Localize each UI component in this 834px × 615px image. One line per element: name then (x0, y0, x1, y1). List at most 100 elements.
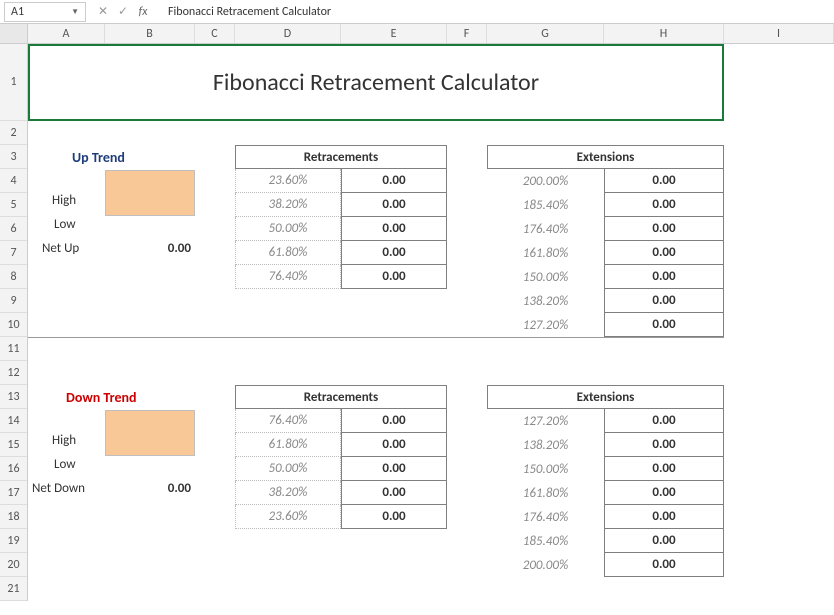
down-ext-pct: 200.00% (487, 553, 604, 577)
down-ext-pct: 185.40% (487, 529, 604, 553)
down-ext-row: 185.40% 0.00 (487, 529, 724, 553)
chevron-down-icon[interactable]: ▼ (71, 7, 79, 17)
row-header[interactable]: 7 (0, 241, 27, 265)
input-high-low-down[interactable] (105, 410, 195, 456)
col-header[interactable]: G (487, 24, 604, 43)
up-ext-pct: 161.80% (487, 241, 604, 265)
row-header[interactable]: 5 (0, 193, 27, 217)
col-header[interactable]: D (235, 24, 341, 43)
up-retr-row: 23.60% 0.00 (235, 169, 447, 193)
down-ext-row: 127.20% 0.00 (487, 409, 724, 433)
row-header[interactable]: 14 (0, 409, 27, 433)
label-high-down: High (52, 433, 76, 448)
down-retr-pct: 38.20% (235, 481, 341, 505)
down-ext-pct: 176.40% (487, 505, 604, 529)
row-header[interactable]: 2 (0, 121, 27, 145)
col-header[interactable]: C (195, 24, 235, 43)
extensions-header-down: Extensions (487, 385, 724, 409)
up-ext-row: 185.40% 0.00 (487, 193, 724, 217)
up-retr-row: 50.00% 0.00 (235, 217, 447, 241)
down-ext-val: 0.00 (604, 409, 724, 433)
down-retr-val: 0.00 (341, 409, 447, 433)
row-header[interactable]: 18 (0, 505, 27, 529)
up-retr-pct: 23.60% (235, 169, 341, 193)
input-high-low-up[interactable] (105, 170, 195, 216)
row-header[interactable]: 13 (0, 385, 27, 409)
col-header[interactable]: I (724, 24, 834, 43)
up-retr-row: 76.40% 0.00 (235, 265, 447, 289)
up-retr-val: 0.00 (341, 241, 447, 265)
up-retr-val: 0.00 (341, 193, 447, 217)
up-retr-pct: 38.20% (235, 193, 341, 217)
down-retr-pct: 76.40% (235, 409, 341, 433)
row-header[interactable]: 8 (0, 265, 27, 289)
fx-icon[interactable]: fx (134, 3, 152, 21)
down-ext-row: 200.00% 0.00 (487, 553, 724, 577)
row-header[interactable]: 17 (0, 481, 27, 505)
down-retr-pct: 50.00% (235, 457, 341, 481)
row-header[interactable]: 20 (0, 553, 27, 577)
cancel-icon[interactable]: ✕ (94, 3, 112, 21)
col-header[interactable]: E (341, 24, 447, 43)
down-ext-val: 0.00 (604, 529, 724, 553)
col-header[interactable]: H (604, 24, 724, 43)
row-header[interactable]: 4 (0, 169, 27, 193)
up-ext-val: 0.00 (604, 193, 724, 217)
row-header[interactable]: 9 (0, 289, 27, 313)
label-netup: Net Up (42, 241, 79, 256)
section-divider (28, 337, 724, 338)
name-box-value: A1 (11, 5, 24, 19)
down-trend-title: Down Trend (66, 389, 137, 406)
down-ext-row: 176.40% 0.00 (487, 505, 724, 529)
up-ext-row: 161.80% 0.00 (487, 241, 724, 265)
label-low-up: Low (54, 217, 76, 232)
cells-area[interactable]: Fibonacci Retracement Calculator Up Tren… (28, 44, 834, 601)
row-header[interactable]: 1 (0, 44, 27, 121)
col-header[interactable]: F (447, 24, 487, 43)
row-header[interactable]: 6 (0, 217, 27, 241)
up-ext-row: 138.20% 0.00 (487, 289, 724, 313)
formula-bar: A1 ▼ ✕ ✓ fx Fibonacci Retracement Calcul… (0, 0, 834, 24)
down-retr-val: 0.00 (341, 505, 447, 529)
netup-value: 0.00 (105, 241, 191, 256)
up-ext-val: 0.00 (604, 241, 724, 265)
up-ext-pct: 127.20% (487, 313, 604, 337)
down-retr-pct: 61.80% (235, 433, 341, 457)
row-header[interactable]: 16 (0, 457, 27, 481)
up-ext-val: 0.00 (604, 313, 724, 337)
up-ext-pct: 200.00% (487, 169, 604, 193)
up-ext-pct: 150.00% (487, 265, 604, 289)
row-header[interactable]: 21 (0, 577, 27, 601)
col-header[interactable]: B (105, 24, 195, 43)
up-retr-row: 38.20% 0.00 (235, 193, 447, 217)
down-retr-pct: 23.60% (235, 505, 341, 529)
up-trend-title: Up Trend (72, 149, 125, 166)
up-retr-row: 61.80% 0.00 (235, 241, 447, 265)
row-header[interactable]: 12 (0, 361, 27, 385)
down-retr-row: 38.20% 0.00 (235, 481, 447, 505)
retracements-header-down: Retracements (235, 385, 447, 409)
up-ext-pct: 138.20% (487, 289, 604, 313)
name-box[interactable]: A1 ▼ (4, 2, 86, 22)
col-header[interactable]: A (28, 24, 105, 43)
row-header[interactable]: 15 (0, 433, 27, 457)
down-ext-val: 0.00 (604, 505, 724, 529)
down-retr-val: 0.00 (341, 481, 447, 505)
confirm-icon[interactable]: ✓ (114, 3, 132, 21)
up-retr-pct: 76.40% (235, 265, 341, 289)
page-title[interactable]: Fibonacci Retracement Calculator (28, 44, 724, 121)
formula-input[interactable]: Fibonacci Retracement Calculator (160, 5, 830, 19)
down-retr-row: 50.00% 0.00 (235, 457, 447, 481)
row-header[interactable]: 3 (0, 145, 27, 169)
down-ext-row: 150.00% 0.00 (487, 457, 724, 481)
retracements-header-up: Retracements (235, 145, 447, 169)
down-ext-pct: 150.00% (487, 457, 604, 481)
row-header[interactable]: 11 (0, 337, 27, 361)
up-ext-pct: 185.40% (487, 193, 604, 217)
label-netdown: Net Down (32, 481, 85, 496)
up-retr-val: 0.00 (341, 217, 447, 241)
row-header[interactable]: 19 (0, 529, 27, 553)
row-header[interactable]: 10 (0, 313, 27, 337)
select-all-corner[interactable] (0, 24, 28, 43)
down-ext-val: 0.00 (604, 433, 724, 457)
